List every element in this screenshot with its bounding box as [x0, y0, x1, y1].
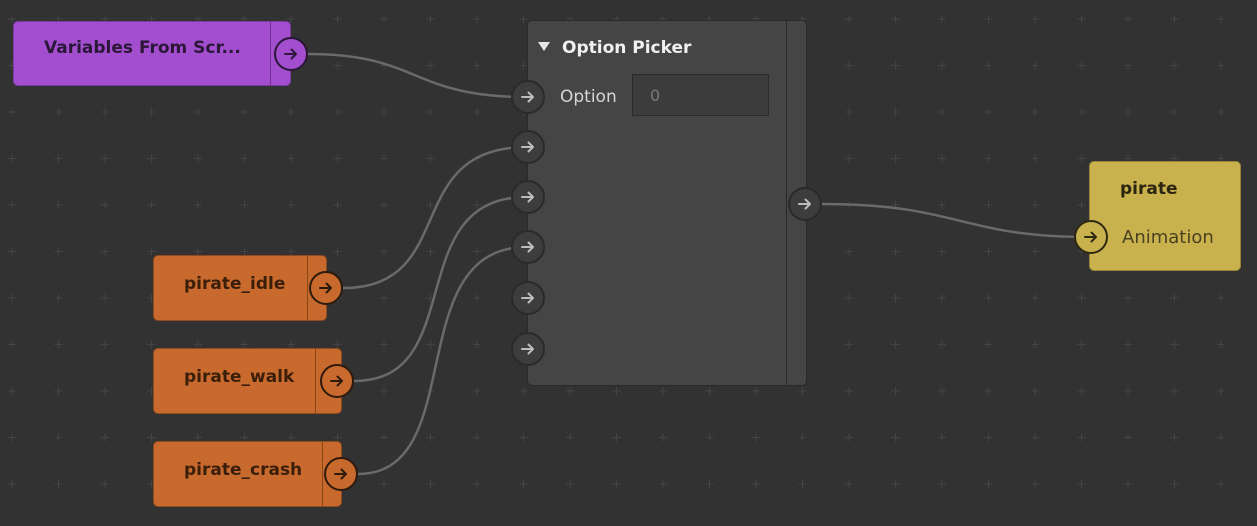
animation-node-label: pirate_walk	[184, 367, 295, 387]
arrow-right-icon	[798, 198, 811, 210]
variables-from-script-node[interactable]: Variables From Scr...	[13, 21, 291, 86]
arrow-right-icon	[319, 282, 332, 294]
arrow-right-icon	[521, 91, 534, 103]
animation-node-crash[interactable]: pirate_crash	[153, 441, 342, 507]
variables-output-port[interactable]	[274, 37, 308, 71]
animation-input-port[interactable]	[1074, 220, 1108, 254]
animation-node-label: pirate_crash	[184, 460, 303, 480]
arrow-right-icon	[521, 343, 534, 355]
node-divider	[270, 22, 271, 85]
arrow-right-icon	[1084, 231, 1097, 243]
crash-output-port[interactable]	[324, 457, 358, 491]
option-input-port[interactable]	[511, 80, 545, 114]
animation-node-label: pirate_idle	[184, 274, 286, 294]
node-divider	[307, 256, 308, 320]
option-picker-node[interactable]: Option Picker Option 0	[527, 20, 807, 386]
picker-output-port[interactable]	[788, 187, 822, 221]
arrow-right-icon	[521, 141, 534, 153]
node-divider	[322, 442, 323, 506]
picker-input-port-1[interactable]	[511, 130, 545, 164]
arrow-right-icon	[521, 292, 534, 304]
node-divider	[315, 349, 316, 413]
option-picker-title: Option Picker	[562, 38, 692, 58]
arrow-right-icon	[521, 241, 534, 253]
walk-output-port[interactable]	[320, 364, 354, 398]
pirate-animation-node[interactable]: pirate Animation	[1089, 161, 1241, 271]
idle-output-port[interactable]	[309, 271, 343, 305]
option-input[interactable]: 0	[632, 74, 769, 116]
picker-input-port-5[interactable]	[511, 332, 545, 366]
arrow-right-icon	[521, 191, 534, 203]
animation-port-label: Animation	[1122, 227, 1214, 248]
variables-node-title: Variables From Scr...	[44, 38, 241, 58]
picker-input-port-3[interactable]	[511, 230, 545, 264]
arrow-right-icon	[334, 468, 347, 480]
animation-node-idle[interactable]: pirate_idle	[153, 255, 327, 321]
triangle-down-icon[interactable]	[538, 42, 550, 51]
arrow-right-icon	[284, 48, 297, 60]
pirate-node-title: pirate	[1120, 179, 1178, 199]
picker-input-port-4[interactable]	[511, 281, 545, 315]
arrow-right-icon	[330, 375, 343, 387]
picker-input-port-2[interactable]	[511, 180, 545, 214]
option-label: Option	[560, 87, 617, 107]
node-divider	[786, 21, 787, 385]
animation-node-walk[interactable]: pirate_walk	[153, 348, 342, 414]
